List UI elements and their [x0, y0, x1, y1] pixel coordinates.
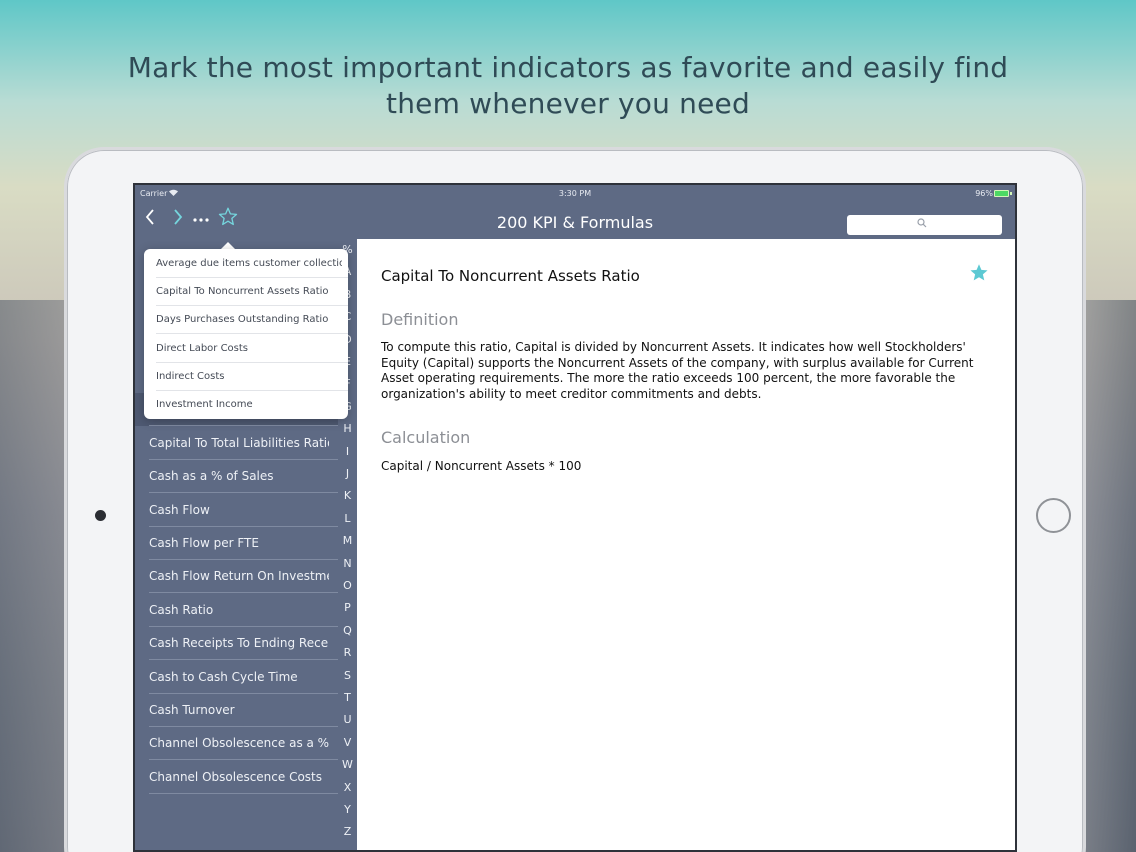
- index-letter[interactable]: K: [338, 489, 357, 502]
- favorite-item[interactable]: Days Purchases Outstanding Ratio: [144, 306, 348, 335]
- list-item[interactable]: Cash Receipts To Ending Receiv...: [135, 627, 338, 661]
- list-item[interactable]: Cash Flow per FTE: [135, 527, 338, 560]
- list-item[interactable]: Channel Obsolescence Costs: [135, 761, 338, 794]
- app-screen: Carrier 3:30 PM 96% 200 KPI & Formulas C…: [133, 183, 1017, 852]
- list-item[interactable]: Cash Ratio: [135, 594, 338, 627]
- index-letter[interactable]: Z: [338, 825, 357, 838]
- list-item-label: Cash Flow Return On Investment: [149, 569, 329, 584]
- background-left: [0, 300, 70, 852]
- list-item-label: Capital To Total Liabilities Ratio: [149, 435, 329, 450]
- status-bar: Carrier 3:30 PM 96%: [135, 185, 1015, 203]
- list-item[interactable]: Capital To Total Liabilities Ratio: [135, 427, 338, 460]
- list-item-label: Cash as a % of Sales: [149, 469, 274, 484]
- index-letter[interactable]: H: [338, 422, 357, 435]
- index-letter[interactable]: S: [338, 669, 357, 682]
- list-item[interactable]: Cash to Cash Cycle Time: [135, 661, 338, 694]
- list-item-label: Cash to Cash Cycle Time: [149, 669, 298, 684]
- index-letter[interactable]: T: [338, 691, 357, 704]
- headline-line-1: Mark the most important indicators as fa…: [127, 51, 1009, 84]
- favorite-item-label: Days Purchases Outstanding Ratio: [156, 314, 329, 326]
- list-item-label: Cash Flow per FTE: [149, 536, 259, 550]
- index-letter[interactable]: U: [338, 713, 357, 726]
- battery-icon: [994, 190, 1009, 197]
- ellipsis-icon[interactable]: [193, 211, 211, 227]
- index-letter[interactable]: R: [338, 646, 357, 659]
- headline-line-2: them whenever you need: [386, 87, 750, 120]
- row-divider: [149, 792, 338, 794]
- list-item[interactable]: Cash Flow Return On Investment: [135, 560, 338, 594]
- marketing-headline: Mark the most important indicators as fa…: [0, 50, 1136, 122]
- index-letter[interactable]: Q: [338, 624, 357, 637]
- list-item-label: Cash Turnover: [149, 703, 235, 717]
- battery-percent: 96%: [975, 189, 993, 198]
- navigation-bar: Carrier 3:30 PM 96% 200 KPI & Formulas: [135, 185, 1015, 239]
- chevron-right-icon[interactable]: [173, 209, 189, 231]
- list-item-label: Cash Flow: [149, 502, 210, 517]
- home-button[interactable]: [1036, 498, 1071, 533]
- list-item[interactable]: Cash Flow: [135, 494, 338, 527]
- favorite-item[interactable]: Average due items customer collectio...: [144, 250, 348, 278]
- index-letter[interactable]: L: [338, 512, 357, 525]
- index-letter[interactable]: Y: [338, 803, 357, 816]
- list-item-label: Channel Obsolescence as a % of...: [149, 736, 329, 751]
- calculation-heading: Calculation: [381, 428, 471, 447]
- favorite-item-label: Indirect Costs: [156, 370, 225, 382]
- list-item[interactable]: Channel Obsolescence as a % of...: [135, 727, 338, 761]
- definition-text: To compute this ratio, Capital is divide…: [381, 340, 974, 401]
- index-letter[interactable]: I: [338, 445, 357, 458]
- list-item[interactable]: Cash Turnover: [135, 694, 338, 727]
- index-letter[interactable]: W: [338, 758, 357, 771]
- favorite-item-label: Average due items customer collectio...: [156, 258, 342, 269]
- index-letter[interactable]: X: [338, 781, 357, 794]
- calculation-formula: Capital / Noncurrent Assets * 100: [381, 459, 582, 473]
- favorite-star-icon[interactable]: [969, 263, 993, 287]
- favorite-item-label: Capital To Noncurrent Assets Ratio: [156, 286, 329, 298]
- favorite-item-label: Direct Labor Costs: [156, 342, 249, 354]
- list-item-label: Channel Obsolescence Costs: [149, 769, 323, 784]
- status-time: 3:30 PM: [558, 189, 592, 198]
- favorite-item[interactable]: Investment Income: [144, 391, 348, 419]
- favorite-item-label: Investment Income: [156, 399, 253, 410]
- list-item[interactable]: Cash as a % of Sales: [135, 460, 338, 494]
- definition-heading: Definition: [381, 310, 459, 329]
- star-outline-icon[interactable]: [218, 207, 240, 231]
- chevron-left-icon[interactable]: [145, 209, 161, 231]
- index-letter[interactable]: J: [338, 467, 357, 480]
- favorites-popover: Average due items customer collectio... C…: [144, 249, 348, 419]
- favorite-item[interactable]: Capital To Noncurrent Assets Ratio: [144, 278, 348, 307]
- list-item-label: Cash Ratio: [149, 602, 214, 617]
- index-letter[interactable]: M: [338, 534, 357, 547]
- favorite-item[interactable]: Indirect Costs: [144, 363, 348, 391]
- battery-tip-icon: [1010, 192, 1012, 195]
- favorite-item[interactable]: Direct Labor Costs: [144, 335, 348, 363]
- index-letter[interactable]: P: [338, 601, 357, 614]
- index-letter[interactable]: N: [338, 557, 357, 570]
- index-letter[interactable]: V: [338, 736, 357, 749]
- list-item-label: Cash Receipts To Ending Receiv...: [149, 636, 329, 651]
- app-title: 200 KPI & Formulas: [496, 213, 654, 232]
- search-input[interactable]: [847, 215, 1002, 235]
- camera-dot: [95, 510, 106, 521]
- index-letter[interactable]: O: [338, 579, 357, 592]
- search-icon: [917, 218, 927, 231]
- indicator-title: Capital To Noncurrent Assets Ratio: [381, 267, 640, 285]
- detail-pane: Capital To Noncurrent Assets Ratio Defin…: [357, 239, 1015, 850]
